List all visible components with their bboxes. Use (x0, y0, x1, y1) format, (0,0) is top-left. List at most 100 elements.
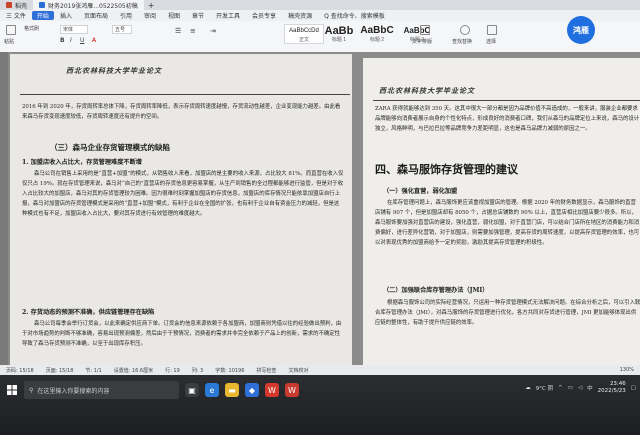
section-heading: （三）森马企业存货管理模式的缺陷 (50, 143, 170, 152)
font-color-button[interactable]: A (92, 37, 96, 44)
font-name-select[interactable]: 宋体 (60, 25, 89, 34)
file-explorer-icon[interactable]: ▬ (225, 383, 239, 397)
navigation-pane (0, 52, 8, 365)
menu-file[interactable]: 三 文件 (0, 11, 32, 20)
subsection-heading: 1. 加盟店收入占比大，存货管理难度不断增 (22, 159, 142, 166)
tab-daoke[interactable]: 稻壳 (0, 0, 33, 10)
style-name: 标题 1 (331, 36, 347, 43)
university-logo: 西北农林科技大学毕业论文 (66, 66, 162, 75)
paste-icon[interactable] (6, 25, 16, 35)
windows-start-icon[interactable] (2, 380, 22, 400)
paragraph: 森马公司在销售上采用的是“直营+加盟”的模式，从销售收入来看，加盟店的是主要的收… (22, 171, 344, 217)
style-normal[interactable]: AaBbCcDd 正文 (284, 24, 324, 44)
search-command-input[interactable]: Q 查找命令、搜索模板 (318, 11, 391, 20)
menu-view[interactable]: 视图 (162, 11, 186, 20)
status-words[interactable]: 字数: 10196 (209, 367, 250, 374)
weather-icon: ☁ (525, 385, 531, 391)
style-sample: AaBb (324, 24, 354, 37)
subsection-heading: 2. 存货动态的预测不准确，供应链管理存在缺陷 (22, 309, 155, 316)
find-replace-button[interactable]: 查找替换 (452, 38, 472, 45)
paragraph: 2016 年到 2020 年，存货周转率总体下降，存货周转率降低，表示存货周转速… (22, 104, 341, 120)
system-tray: ☁ 9°C 阴 ^ ▭ ◁ 中 23:46 2022/5/23 ▢ (525, 381, 636, 395)
zoom-level[interactable]: 130% (614, 367, 640, 373)
indent-icon[interactable]: ⇥ (210, 27, 216, 35)
task-view-icon[interactable]: ▣ (185, 383, 199, 397)
style-heading-2[interactable]: AaBbC 标题 2 (355, 24, 399, 44)
tab-label: 稻壳 (15, 2, 28, 10)
paragraph: 森马公司每季会举行订货会，以此来确定供应商下单。订货会的信息来源依赖于各加盟商，… (22, 321, 342, 347)
title-bar: 稻壳 财务2019张鸿雁...0522505初稿 + (0, 0, 640, 10)
taskbar-search-input[interactable]: ⚲ 在这里输入你要搜索的内容 (24, 381, 179, 399)
status-pages: 页面: 15/18 (45, 367, 74, 374)
select-icon[interactable] (487, 25, 497, 35)
chevron-up-icon[interactable]: ^ (558, 385, 563, 391)
paragraph: 根据森马服饰公司的实际经营情况，只运用一种存货管理模式无法解决问题。在综合分析之… (375, 300, 640, 326)
menu-bar: 三 文件 开始 插入 页面布局 引用 审阅 视图 章节 开发工具 会员专享 稿壳… (0, 10, 640, 21)
bold-button[interactable]: B (60, 37, 65, 44)
status-row: 行: 19 (165, 367, 180, 374)
clock[interactable]: 23:46 2022/5/23 (598, 381, 626, 395)
style-heading-1[interactable]: AaBb 标题 1 (322, 24, 356, 44)
ribbon-toolbar: 粘贴 格式刷 宋体 五号 B I U A ☰ ≡ ⇥ AaBbCcDd 正文 A… (0, 21, 640, 53)
subsection-heading: （二）加强联合库存管理办法（JMI） (383, 287, 489, 294)
taskbar: ⚲ 在这里输入你要搜索的内容 ▣ e ▬ ◆ W W ☁ 9°C 阴 ^ ▭ ◁… (0, 375, 640, 435)
format-painter-button[interactable]: 格式刷 (24, 25, 39, 32)
style-name: 标题 2 (369, 36, 385, 43)
wps-office-icon[interactable]: W (265, 383, 279, 397)
paragraph: ZARA 获得就能够达到 350 天。这其中很大一部分都是因为品牌价值不高造成的… (375, 106, 640, 132)
document-icon (39, 2, 46, 8)
menu-member[interactable]: 会员专享 (246, 11, 282, 20)
user-avatar[interactable]: 鸿雁 (567, 16, 595, 44)
paragraph: 在库存管理问题上，森马服饰更应该重视加盟店的管理。根据 2020 年的财务数据显… (375, 200, 640, 246)
subsection-heading: （一）强化直营，弱化加盟 (383, 188, 458, 195)
spell-check-button[interactable]: 拼写检查 (250, 367, 282, 374)
clock-time: 23:46 (609, 381, 626, 387)
chapter-heading: 四、森马服饰存货管理的建议 (375, 163, 518, 176)
select-button[interactable]: 选择 (486, 38, 496, 45)
menu-references[interactable]: 引用 (114, 11, 138, 20)
italic-button[interactable]: I (70, 37, 72, 44)
underline-button[interactable]: U (80, 37, 84, 44)
header-divider (20, 94, 350, 95)
text-layout-icon[interactable] (420, 25, 430, 35)
page-right[interactable]: 西北农林科技大学毕业论文 ZARA 获得就能够达到 350 天。这其中很大一部分… (363, 58, 640, 365)
menu-developer[interactable]: 开发工具 (210, 11, 246, 20)
new-tab-button[interactable]: + (144, 1, 159, 10)
font-size-select[interactable]: 五号 (112, 25, 133, 34)
menu-insert[interactable]: 插入 (54, 11, 78, 20)
weather-text[interactable]: 9°C 阴 (536, 384, 553, 392)
status-section: 节: 1/1 (85, 367, 102, 374)
wps-writer-icon[interactable]: W (285, 383, 299, 397)
status-setting: 设置值: 16.6厘米 (113, 367, 154, 374)
status-bar: 页码: 15/18 页面: 15/18 节: 1/1 设置值: 16.6厘米 行… (0, 365, 640, 375)
doc-check-button[interactable]: 文档校对 (282, 367, 314, 374)
ime-indicator[interactable]: 中 (587, 384, 593, 392)
search-placeholder: 在这里输入你要搜索的内容 (37, 387, 110, 395)
network-icon[interactable]: ▭ (568, 385, 573, 391)
edge-browser-icon[interactable]: e (205, 383, 219, 397)
store-icon[interactable]: ◆ (245, 383, 259, 397)
text-layout-button[interactable]: 文字排版 (412, 38, 432, 45)
tab-document[interactable]: 财务2019张鸿雁...0522505初稿 (33, 0, 144, 10)
header-divider (373, 100, 640, 101)
wps-logo-icon (6, 2, 12, 8)
screenshot: 稻壳 财务2019张鸿雁...0522505初稿 + 三 文件 开始 插入 页面… (0, 0, 640, 435)
menu-home[interactable]: 开始 (31, 11, 54, 20)
document-area[interactable]: 西北农林科技大学毕业论文 2016 年到 2020 年，存货周转率总体下降，存货… (8, 52, 640, 365)
status-page: 页码: 15/18 (6, 367, 34, 374)
list-icon[interactable]: ☰ (175, 27, 181, 35)
page-left[interactable]: 西北农林科技大学毕业论文 2016 年到 2020 年，存货周转率总体下降，存货… (10, 54, 352, 365)
notification-icon[interactable]: ▢ (631, 385, 636, 391)
university-logo: 西北农林科技大学毕业论文 (379, 86, 475, 95)
menu-layout[interactable]: 页面布局 (78, 11, 114, 20)
menu-section[interactable]: 章节 (186, 11, 210, 20)
style-sample: AaBbCcDd (289, 27, 319, 34)
menu-resources[interactable]: 稿壳资源 (282, 11, 318, 20)
align-icon[interactable]: ≡ (190, 27, 196, 35)
paste-label[interactable]: 粘贴 (4, 38, 14, 45)
menu-review[interactable]: 审阅 (138, 11, 162, 20)
find-replace-icon[interactable] (460, 25, 470, 35)
status-col: 列: 3 (191, 367, 204, 374)
clock-date: 2022/5/23 (597, 388, 626, 394)
volume-icon[interactable]: ◁ (578, 385, 582, 391)
